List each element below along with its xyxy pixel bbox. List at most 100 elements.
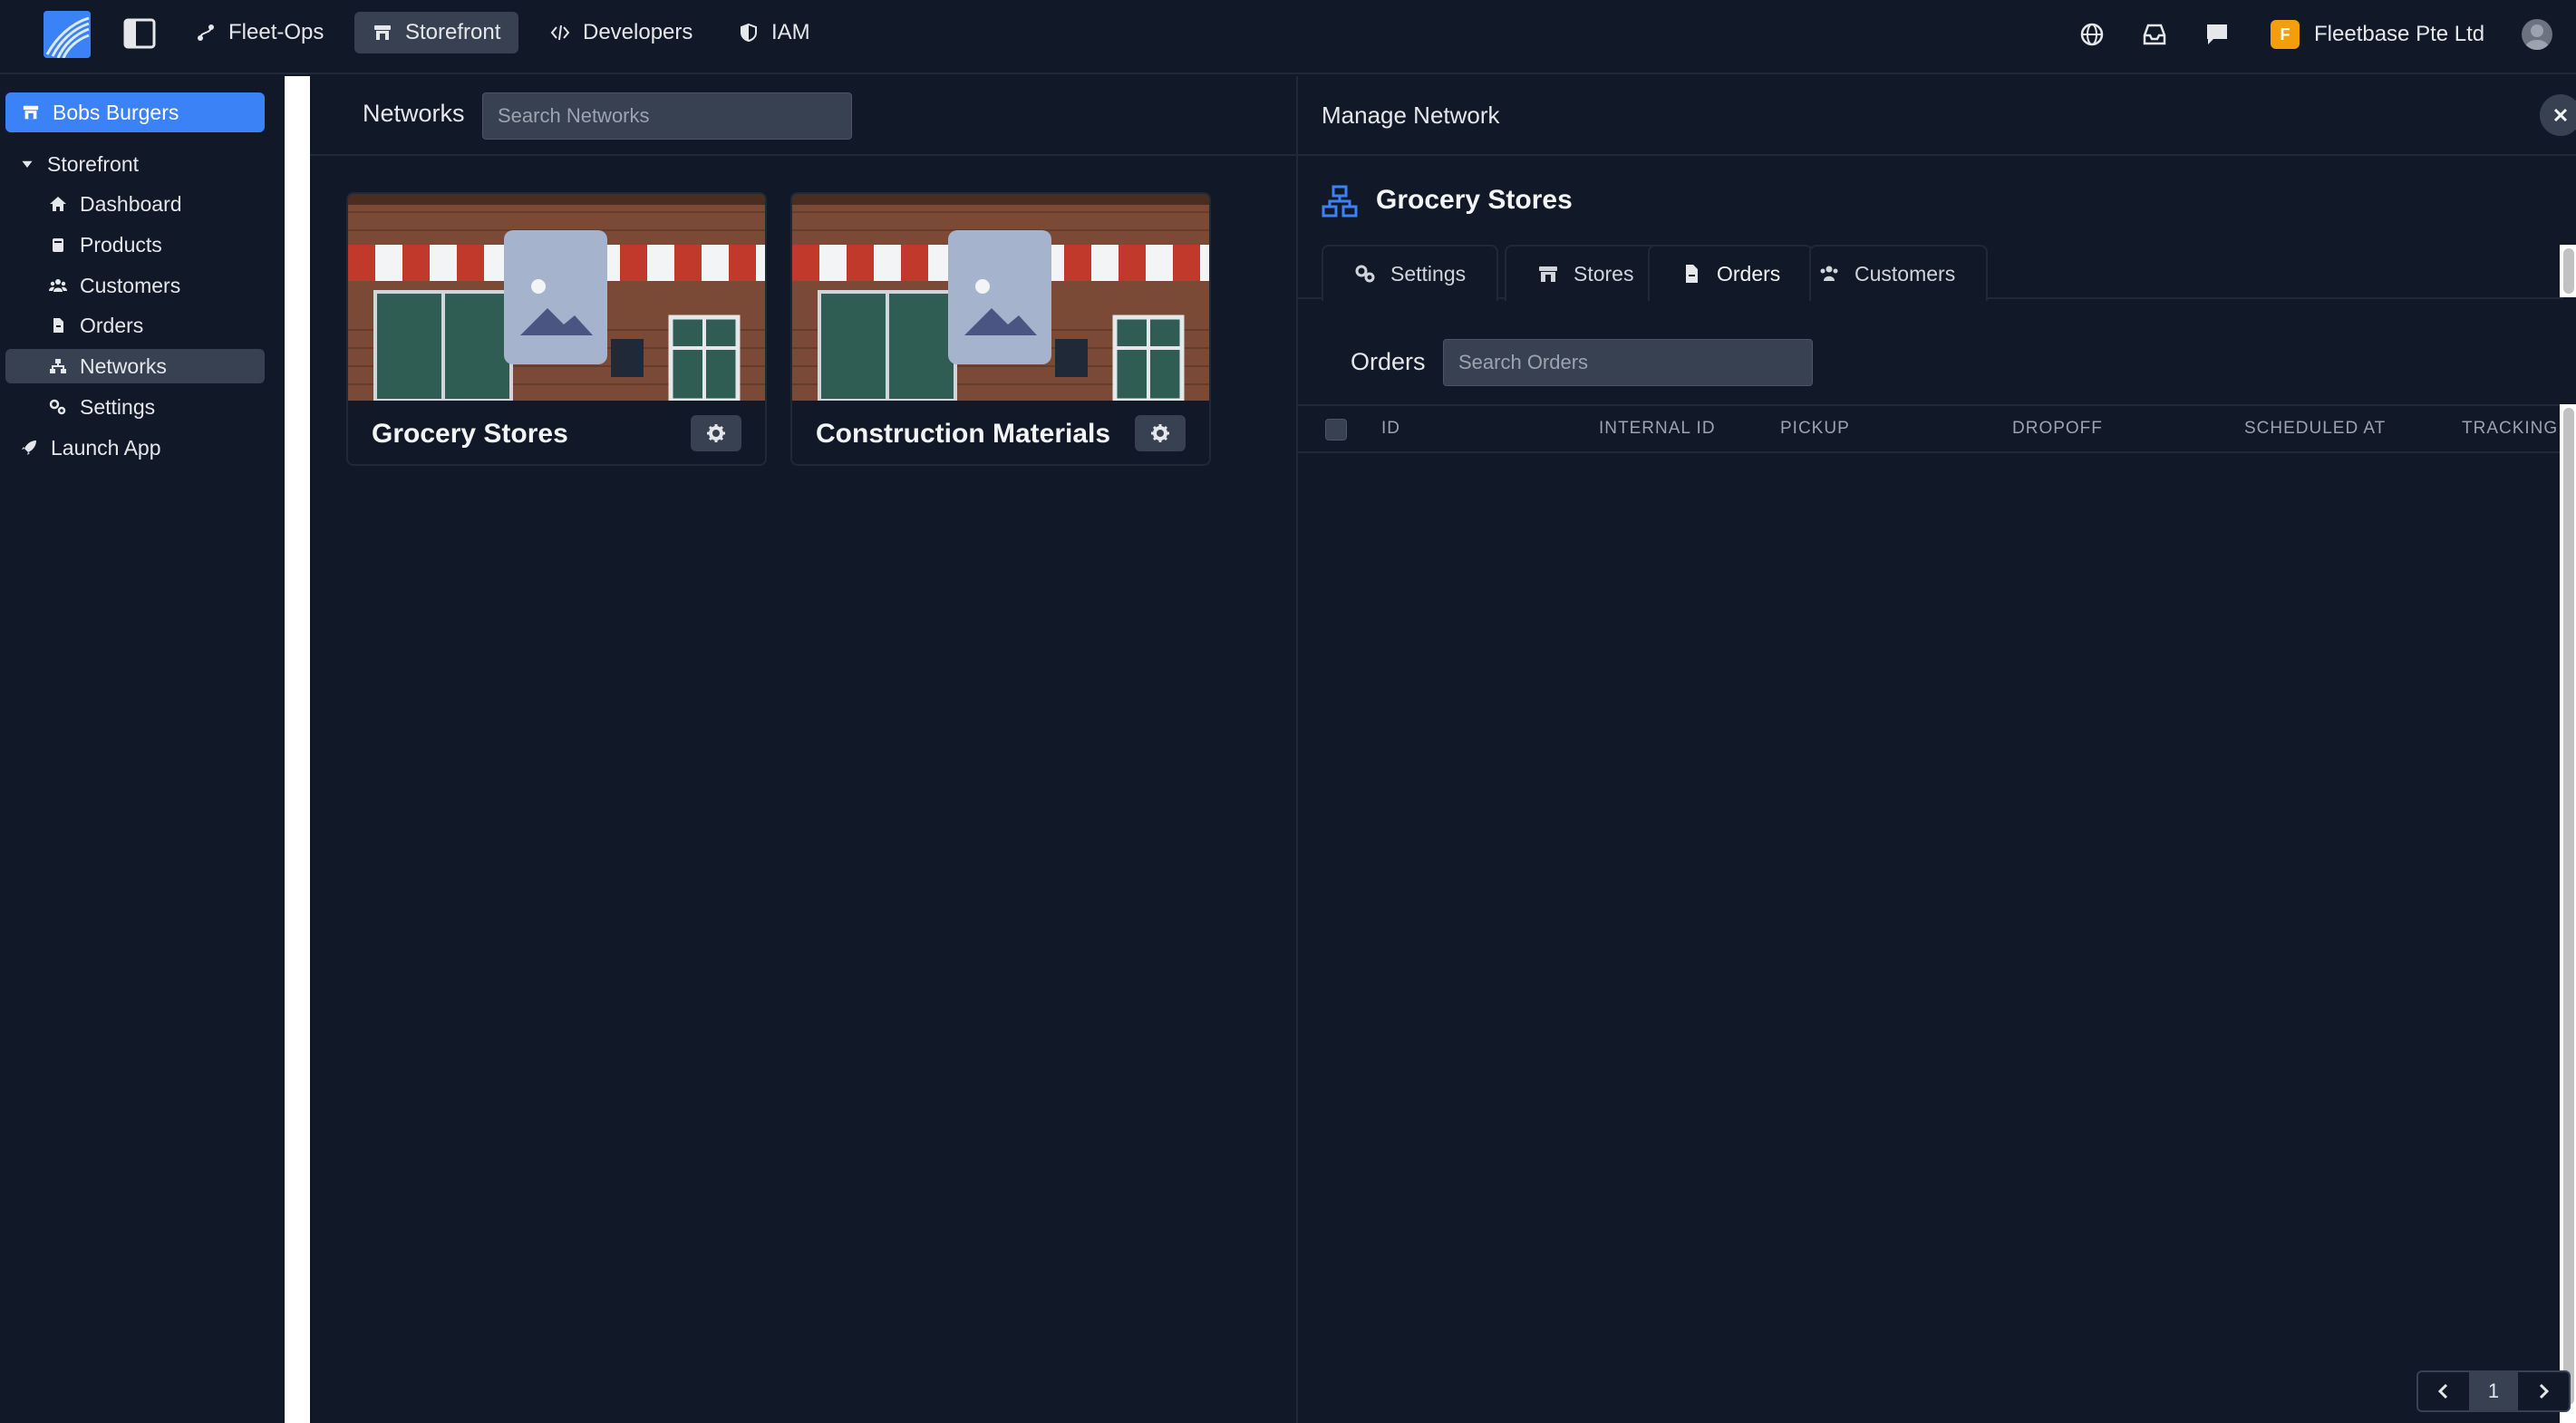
sidebar: Bobs Burgers Storefront Dashboard Produc… bbox=[0, 76, 283, 1423]
organization-name[interactable]: Fleetbase Pte Ltd bbox=[2314, 20, 2484, 49]
gear-icon bbox=[1151, 424, 1169, 442]
tab-label: Orders bbox=[1717, 261, 1781, 286]
tab-settings[interactable]: Settings bbox=[1322, 245, 1499, 301]
chevron-right-icon bbox=[2539, 1383, 2550, 1399]
sidebar-toggle-icon[interactable] bbox=[123, 18, 156, 49]
sidebar-section-label: Storefront bbox=[47, 151, 139, 176]
nav-iam[interactable]: IAM bbox=[721, 12, 828, 53]
table-scrollbar-thumb[interactable] bbox=[2563, 408, 2574, 1405]
close-button[interactable] bbox=[2540, 94, 2576, 136]
manage-network-panel: Manage Network Grocery Stores Settings S… bbox=[1296, 76, 2576, 1423]
column-header[interactable]: SCHEDULED AT bbox=[2244, 419, 2386, 439]
panel-divider bbox=[285, 76, 310, 1423]
store-icon bbox=[374, 25, 391, 40]
sidebar-item-label: Networks bbox=[80, 353, 167, 378]
company-switcher[interactable]: Bobs Burgers bbox=[5, 92, 265, 132]
box-icon bbox=[53, 238, 63, 252]
file-icon bbox=[1686, 265, 1698, 283]
sidebar-launch-app[interactable]: Launch App bbox=[20, 431, 161, 465]
nav-storefront[interactable]: Storefront bbox=[354, 12, 519, 53]
sidebar-section-storefront[interactable]: Storefront bbox=[20, 147, 139, 181]
storefront-illustration bbox=[792, 194, 1209, 401]
code-icon bbox=[550, 24, 570, 41]
users-icon bbox=[1820, 266, 1838, 281]
tab-stores[interactable]: Stores bbox=[1505, 245, 1667, 301]
nav-developers[interactable]: Developers bbox=[532, 12, 711, 53]
sidebar-item-customers[interactable]: Customers bbox=[49, 268, 180, 303]
networks-title: Networks bbox=[363, 100, 465, 127]
network-card-title: Construction Materials bbox=[816, 419, 1111, 449]
tab-label: Stores bbox=[1574, 261, 1634, 286]
close-icon bbox=[2553, 108, 2568, 122]
storefront-image bbox=[348, 194, 765, 401]
next-page-button[interactable] bbox=[2518, 1372, 2569, 1410]
launch-app-label: Launch App bbox=[51, 435, 161, 460]
network-card-settings-button[interactable] bbox=[1135, 415, 1186, 451]
nav-storefront-label: Storefront bbox=[405, 20, 501, 44]
route-icon bbox=[198, 24, 214, 41]
network-card-settings-button[interactable] bbox=[691, 415, 741, 451]
sidebar-item-products[interactable]: Products bbox=[49, 227, 162, 262]
network-card-title: Grocery Stores bbox=[372, 419, 568, 449]
chevron-left-icon bbox=[2437, 1383, 2448, 1399]
column-header[interactable]: INTERNAL ID bbox=[1599, 419, 1716, 439]
globe-icon[interactable] bbox=[2079, 22, 2105, 47]
top-navigation-bar: Fleet-Ops Storefront Developers IAM F Fl… bbox=[0, 0, 2576, 74]
caret-down-icon bbox=[22, 160, 33, 168]
cogs-icon bbox=[49, 399, 66, 415]
networks-header: Networks bbox=[310, 76, 1296, 156]
sidebar-item-dashboard[interactable]: Dashboard bbox=[49, 187, 182, 221]
store-icon bbox=[23, 105, 39, 120]
manage-network-header: Manage Network bbox=[1298, 76, 2576, 156]
column-header[interactable]: PICKUP bbox=[1780, 419, 1850, 439]
home-icon bbox=[50, 197, 66, 211]
sidebar-item-settings[interactable]: Settings bbox=[49, 390, 155, 424]
shield-icon bbox=[741, 23, 757, 43]
storefront-illustration bbox=[348, 194, 765, 401]
cogs-icon bbox=[1355, 265, 1375, 283]
storefront-image bbox=[792, 194, 1209, 401]
sidebar-item-label: Dashboard bbox=[80, 191, 182, 216]
chat-icon[interactable] bbox=[2204, 22, 2230, 47]
previous-page-button[interactable] bbox=[2418, 1372, 2469, 1410]
rocket-icon bbox=[22, 440, 36, 455]
inbox-icon[interactable] bbox=[2142, 22, 2167, 47]
network-icon bbox=[50, 359, 66, 373]
user-avatar[interactable] bbox=[2522, 19, 2552, 50]
network-card[interactable]: Construction Materials bbox=[790, 192, 1211, 466]
users-icon bbox=[49, 279, 67, 292]
fleetbase-logo[interactable] bbox=[44, 11, 91, 58]
sidebar-item-networks[interactable]: Networks bbox=[5, 349, 265, 383]
tabs-scrollbar-thumb[interactable] bbox=[2563, 248, 2574, 294]
pagination: 1 bbox=[2416, 1370, 2571, 1412]
user-avatar-icon bbox=[2525, 24, 2549, 50]
sidebar-item-label: Settings bbox=[80, 394, 156, 419]
nav-fleet-ops[interactable]: Fleet-Ops bbox=[178, 12, 342, 53]
nav-fleet-ops-label: Fleet-Ops bbox=[228, 20, 324, 44]
tab-orders[interactable]: Orders bbox=[1648, 245, 1814, 301]
orders-title: Orders bbox=[1351, 348, 1426, 375]
orders-search-input[interactable] bbox=[1443, 339, 1813, 386]
tab-customers[interactable]: Customers bbox=[1809, 245, 1989, 301]
sidebar-item-orders[interactable]: Orders bbox=[49, 308, 143, 343]
sidebar-item-label: Customers bbox=[80, 273, 181, 297]
networks-panel: Networks Search Networks Grocery Stores … bbox=[310, 76, 1296, 1423]
nav-iam-label: IAM bbox=[771, 20, 810, 44]
current-page[interactable]: 1 bbox=[2469, 1372, 2518, 1410]
organization-badge[interactable]: F bbox=[2271, 20, 2300, 49]
sidebar-item-label: Products bbox=[80, 232, 162, 257]
networks-search-input[interactable] bbox=[482, 92, 852, 140]
column-header[interactable]: ID bbox=[1381, 419, 1400, 439]
column-header[interactable]: DROPOFF bbox=[2012, 419, 2103, 439]
tab-label: Customers bbox=[1855, 261, 1956, 286]
network-card[interactable]: Grocery Stores bbox=[346, 192, 767, 466]
company-name: Bobs Burgers bbox=[53, 100, 179, 124]
column-header[interactable]: TRACKING bbox=[2462, 419, 2558, 439]
sidebar-item-label: Orders bbox=[80, 313, 144, 337]
network-icon bbox=[1322, 185, 1358, 218]
manage-network-tabs: Settings Stores Orders Customers bbox=[1298, 245, 2563, 301]
select-all-checkbox[interactable] bbox=[1325, 419, 1347, 440]
store-icon bbox=[1539, 266, 1557, 282]
tab-label: Settings bbox=[1390, 261, 1467, 286]
logo-icon bbox=[44, 11, 91, 58]
